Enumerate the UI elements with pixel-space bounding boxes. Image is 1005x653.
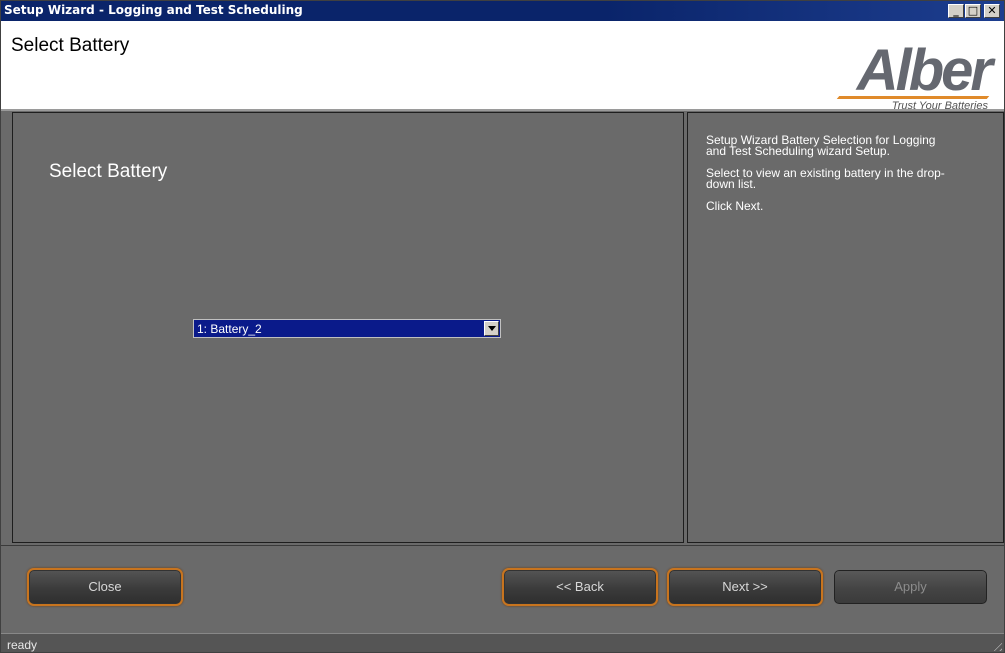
alber-logo: Alber Trust Your Batteries [815,38,993,123]
resize-grip-icon[interactable] [990,639,1002,651]
window-close-button[interactable]: ✕ [984,4,1000,18]
close-button[interactable]: Close [27,568,183,606]
panel-title: Select Battery [49,161,168,182]
help-paragraph: Click Next. [706,199,764,213]
help-text: Setup Wizard Battery Selection for Loggi… [706,133,951,223]
logo-tagline: Trust Your Batteries [891,100,988,112]
battery-dropdown-value: 1: Battery_2 [197,322,262,336]
setup-wizard-window: Setup Wizard - Logging and Test Scheduli… [0,0,1005,653]
apply-button[interactable]: Apply [832,568,989,606]
back-button[interactable]: << Back [502,568,658,606]
chevron-down-icon[interactable] [484,321,499,336]
help-paragraph: Setup Wizard Battery Selection for Loggi… [706,133,936,158]
next-button[interactable]: Next >> [667,568,823,606]
divider [1,545,1004,546]
maximize-button[interactable]: □ [965,4,981,18]
wizard-header: Select Battery Alber Trust Your Batterie… [1,21,1004,112]
logo-wordmark: Alber [856,38,993,103]
battery-dropdown[interactable]: 1: Battery_2 [193,319,501,338]
logo-swoosh [836,96,990,99]
help-panel: Setup Wizard Battery Selection for Loggi… [687,112,1004,543]
window-title: Setup Wizard - Logging and Test Scheduli… [4,3,303,17]
status-bar: ready [1,633,1004,652]
page-title: Select Battery [11,35,130,56]
title-bar[interactable]: Setup Wizard - Logging and Test Scheduli… [1,1,1004,21]
minimize-button[interactable]: _ [948,4,964,18]
help-paragraph: Select to view an existing battery in th… [706,166,945,191]
status-text: ready [7,638,38,652]
selection-panel: Select Battery 1: Battery_2 [12,112,684,543]
